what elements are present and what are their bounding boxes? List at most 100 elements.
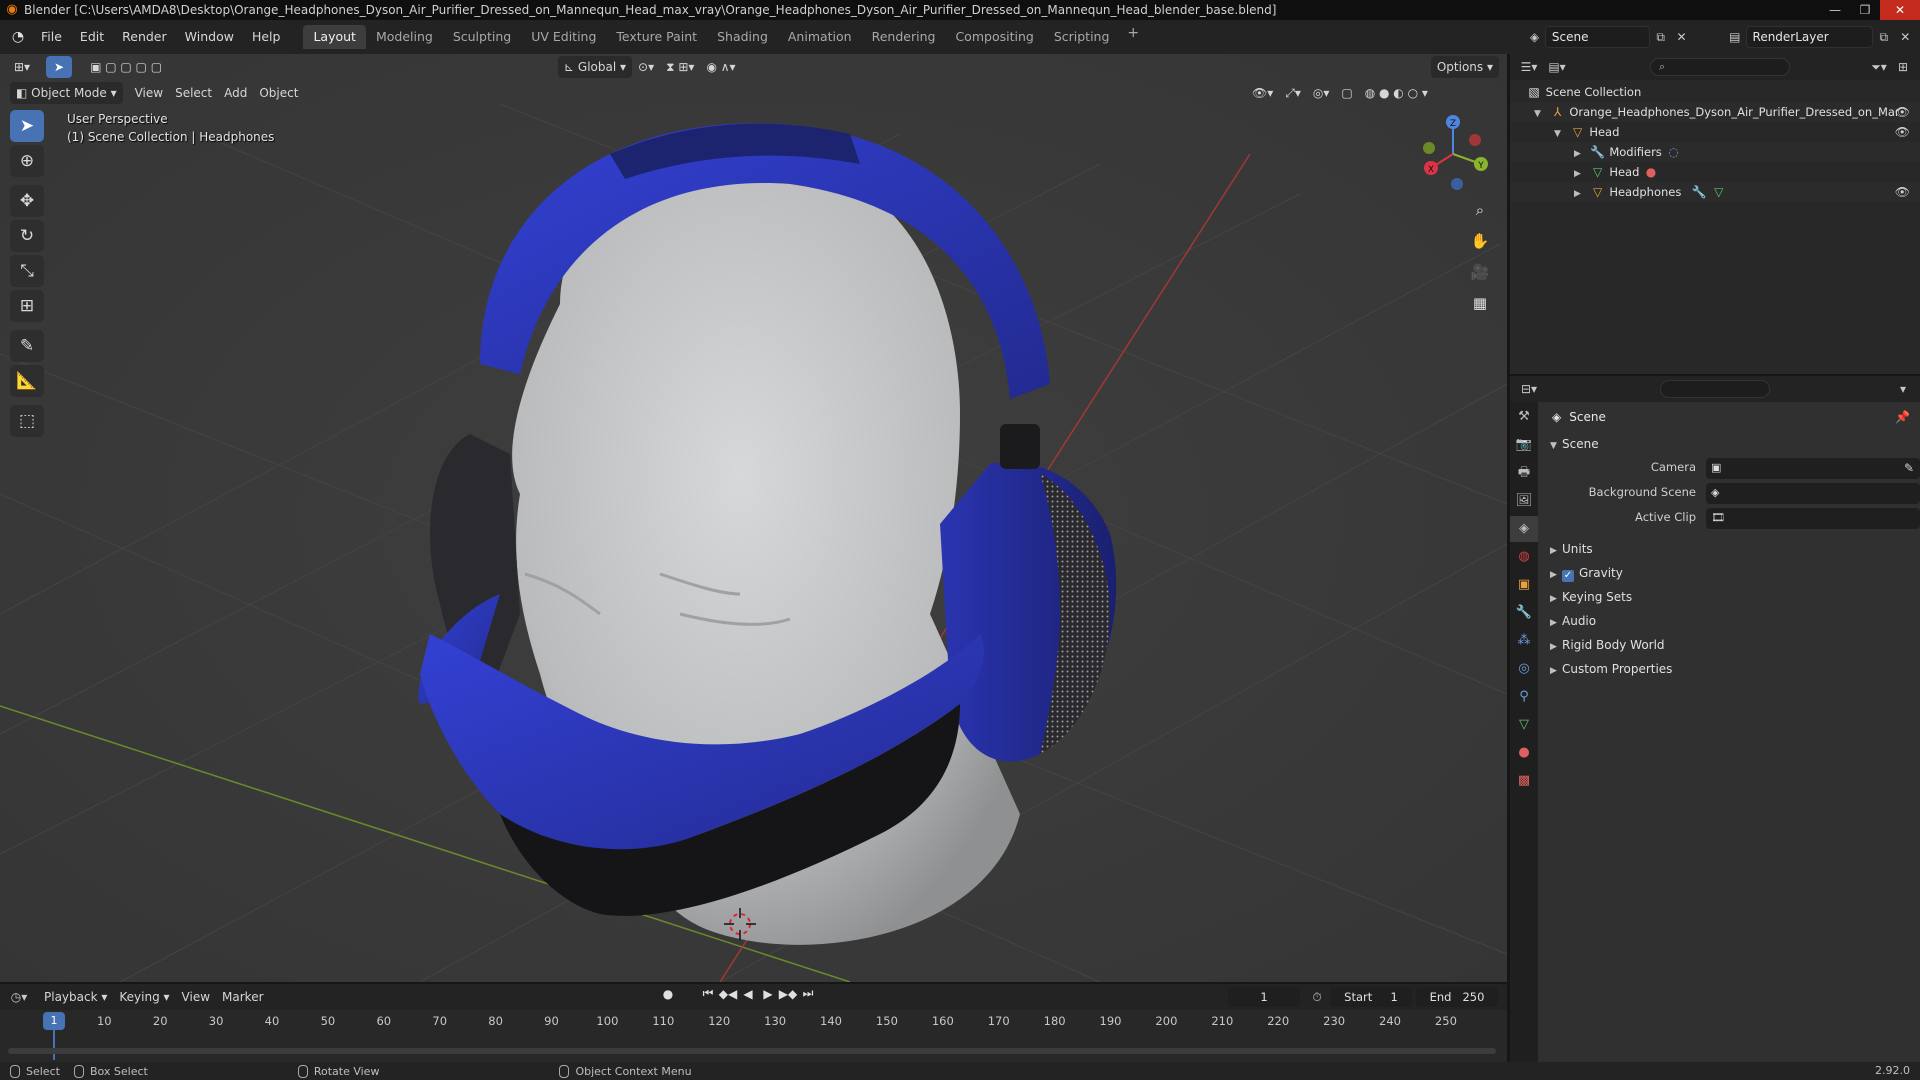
- transform-orientation-dropdown[interactable]: ⊾ Global ▾: [558, 56, 633, 78]
- xray-toggle-icon[interactable]: ▢: [1335, 82, 1358, 104]
- render-tab-icon[interactable]: 📷: [1510, 432, 1538, 458]
- visibility-eye-icon[interactable]: 👁: [1895, 182, 1910, 202]
- outliner-row-headphones[interactable]: ▶ ▽ Headphones 🔧 ▽ 👁: [1510, 182, 1920, 202]
- new-collection-icon[interactable]: ⊞: [1892, 56, 1914, 78]
- pivot-point-icon[interactable]: ⊙▾: [632, 56, 660, 78]
- tab-animation[interactable]: Animation: [778, 25, 862, 49]
- gravity-checkbox[interactable]: ✓: [1562, 570, 1574, 582]
- select-tool-icon[interactable]: ➤: [46, 56, 73, 78]
- menu-select[interactable]: Select: [169, 82, 218, 104]
- snap-icon[interactable]: ⧗ ⊞▾: [660, 56, 700, 78]
- panel-rigid-body-world[interactable]: ▶ Rigid Body World: [1538, 633, 1920, 657]
- menu-add[interactable]: Add: [218, 82, 253, 104]
- tab-rendering[interactable]: Rendering: [862, 25, 946, 49]
- tab-shading[interactable]: Shading: [707, 25, 778, 49]
- menu-keying[interactable]: Keying ▾: [113, 986, 175, 1008]
- select-box-tool-icon[interactable]: ➤: [10, 110, 44, 142]
- maximize-button[interactable]: ❐: [1850, 0, 1880, 20]
- start-frame-field[interactable]: Start 1: [1330, 987, 1412, 1007]
- playhead[interactable]: [53, 1030, 55, 1060]
- record-icon[interactable]: ●: [658, 987, 678, 1001]
- physics-tab-icon[interactable]: ◎: [1510, 656, 1538, 682]
- visibility-eye-icon[interactable]: 👁: [1895, 102, 1910, 122]
- active-clip-field[interactable]: 🎞: [1706, 508, 1920, 529]
- current-frame-field[interactable]: 1: [1228, 987, 1300, 1007]
- navigation-gizmo[interactable]: Z Y X: [1415, 112, 1491, 192]
- expand-arrow-icon[interactable]: ▶: [1574, 184, 1586, 204]
- panel-audio[interactable]: ▶ Audio: [1538, 609, 1920, 633]
- menu-help[interactable]: Help: [243, 26, 290, 48]
- panel-gravity[interactable]: ▶ ✓ Gravity: [1538, 561, 1920, 585]
- gizmo-toggle-icon[interactable]: ⤢▾: [1279, 82, 1307, 104]
- prev-keyframe-icon[interactable]: ◆◀: [718, 987, 738, 1001]
- next-keyframe-icon[interactable]: ▶◆: [778, 987, 798, 1001]
- modifier-tab-icon[interactable]: 🔧: [1510, 600, 1538, 626]
- blender-menu-icon[interactable]: ◔: [4, 29, 32, 45]
- menu-file[interactable]: File: [32, 26, 71, 48]
- view-layer-tab-icon[interactable]: 🖼: [1510, 488, 1538, 514]
- zoom-icon[interactable]: ⌕: [1466, 196, 1494, 224]
- outliner-editor-type-icon[interactable]: ☰▾: [1518, 56, 1540, 78]
- expand-arrow-icon[interactable]: ▼: [1534, 104, 1546, 124]
- texture-tab-icon[interactable]: ▩: [1510, 768, 1538, 794]
- 3d-viewport[interactable]: ⊞▾ ➤ ▣ ▢ ▢ ▢ ▢ ⊾ Global ▾ ⊙▾ ⧗ ⊞▾ ◉ ∧▾ O…: [0, 54, 1507, 982]
- background-scene-field[interactable]: ◈: [1706, 483, 1920, 504]
- viewlayer-name-field[interactable]: RenderLayer: [1745, 26, 1873, 48]
- ortho-toggle-icon[interactable]: ▦: [1466, 289, 1494, 317]
- timeline-scrollbar[interactable]: [8, 1048, 1496, 1054]
- camera-view-icon[interactable]: 🎥: [1466, 258, 1494, 286]
- shading-modes-icons[interactable]: ◍ ● ◐ ○ ▾: [1359, 82, 1434, 104]
- panel-units[interactable]: ▶ Units: [1538, 537, 1920, 561]
- tab-compositing[interactable]: Compositing: [945, 25, 1043, 49]
- visibility-icon[interactable]: 👁▾: [1246, 82, 1279, 104]
- menu-view[interactable]: View: [129, 82, 169, 104]
- delete-scene-icon[interactable]: ✕: [1671, 26, 1692, 48]
- menu-render[interactable]: Render: [113, 26, 176, 48]
- panel-keying-sets[interactable]: ▶ Keying Sets: [1538, 585, 1920, 609]
- options-dropdown[interactable]: Options ▾: [1430, 56, 1499, 78]
- add-workspace-button[interactable]: +: [1119, 25, 1147, 49]
- tab-layout[interactable]: Layout: [303, 25, 366, 49]
- tab-sculpting[interactable]: Sculpting: [443, 25, 521, 49]
- panel-scene[interactable]: ▼ Scene: [1538, 432, 1920, 456]
- tab-uv-editing[interactable]: UV Editing: [521, 25, 606, 49]
- tab-texture-paint[interactable]: Texture Paint: [606, 25, 707, 49]
- scale-tool-icon[interactable]: ⤡: [10, 255, 44, 287]
- scene-selector[interactable]: ◈ Scene ⧉ ✕: [1524, 25, 1692, 49]
- expand-arrow-icon[interactable]: ▶: [1574, 164, 1586, 184]
- menu-marker[interactable]: Marker: [216, 986, 269, 1008]
- move-tool-icon[interactable]: ✥: [10, 185, 44, 217]
- panel-custom-properties[interactable]: ▶ Custom Properties: [1538, 657, 1920, 681]
- menu-edit[interactable]: Edit: [71, 26, 113, 48]
- transform-tool-icon[interactable]: ⊞: [10, 290, 44, 322]
- data-tab-icon[interactable]: ▽: [1510, 712, 1538, 738]
- preview-range-icon[interactable]: ⏱: [1306, 986, 1328, 1008]
- cursor-tool-icon[interactable]: ⊕: [10, 145, 44, 177]
- particles-tab-icon[interactable]: ⁂: [1510, 628, 1538, 654]
- play-icon[interactable]: ▶: [758, 987, 778, 1001]
- close-button[interactable]: ✕: [1880, 0, 1920, 20]
- measure-tool-icon[interactable]: 📐: [10, 365, 44, 397]
- menu-playback[interactable]: Playback ▾: [38, 986, 113, 1008]
- menu-timeline-view[interactable]: View: [176, 986, 216, 1008]
- outliner-row-scene-collection[interactable]: ▧ Scene Collection: [1510, 82, 1920, 102]
- properties-options-icon[interactable]: ▾: [1892, 378, 1914, 400]
- properties-search-input[interactable]: [1660, 380, 1770, 398]
- outliner-row-collection[interactable]: ▼ ⅄ Orange_Headphones_Dyson_Air_Purifier…: [1510, 102, 1920, 122]
- viewlayer-selector[interactable]: ▤ RenderLayer ⧉ ✕: [1724, 25, 1916, 49]
- jump-start-icon[interactable]: ⏮: [698, 986, 718, 1001]
- proportional-edit-icon[interactable]: ◉ ∧▾: [700, 56, 741, 78]
- add-cube-tool-icon[interactable]: ⬚: [10, 405, 44, 437]
- constraints-tab-icon[interactable]: ⚲: [1510, 684, 1538, 710]
- properties-editor-type-icon[interactable]: ⊟▾: [1518, 378, 1540, 400]
- scene-tab-icon[interactable]: ◈: [1510, 516, 1538, 542]
- expand-arrow-icon[interactable]: ▼: [1554, 124, 1566, 144]
- visibility-eye-icon[interactable]: 👁: [1895, 122, 1910, 142]
- display-mode-icon[interactable]: ▤▾: [1546, 56, 1568, 78]
- rotate-tool-icon[interactable]: ↻: [10, 220, 44, 252]
- menu-object[interactable]: Object: [253, 82, 304, 104]
- timeline-ruler[interactable]: 1 10 20 30 40 50 60 70 80 90 100 110 120 130 140 150 160…: [0, 1010, 1507, 1060]
- timeline-editor-type-icon[interactable]: ◷▾: [8, 986, 30, 1008]
- tab-modeling[interactable]: Modeling: [366, 25, 443, 49]
- play-reverse-icon[interactable]: ◀: [738, 987, 758, 1001]
